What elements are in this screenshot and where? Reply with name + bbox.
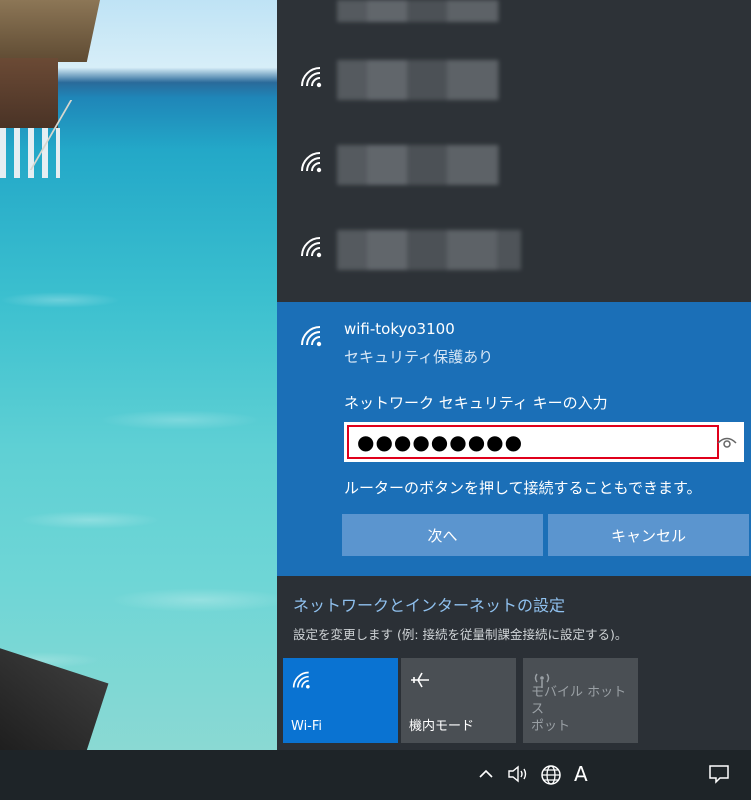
network-ssid: wifi-tokyo3100 (344, 320, 455, 338)
wifi-signal-icon (299, 235, 325, 259)
notification-icon[interactable] (708, 764, 730, 786)
network-list (277, 0, 751, 302)
network-name-hidden (337, 230, 521, 270)
network-name-hidden (337, 60, 499, 100)
network-item[interactable] (277, 45, 751, 125)
eye-icon[interactable] (716, 432, 738, 452)
network-globe-icon[interactable] (540, 764, 564, 786)
wifi-toggle-tile[interactable]: Wi-Fi (283, 658, 398, 743)
security-key-input[interactable]: ●●●●●●●●● (347, 425, 719, 459)
tile-label: Wi-Fi (291, 719, 323, 734)
chevron-up-icon[interactable] (478, 764, 494, 786)
next-button[interactable]: 次へ (342, 514, 543, 556)
security-key-field: ●●●●●●●●● (344, 422, 744, 462)
wifi-signal-icon (299, 150, 325, 174)
security-key-label: ネットワーク セキュリティ キーの入力 (344, 394, 608, 412)
network-name-hidden (337, 0, 499, 22)
tile-label: 機内モード (409, 719, 475, 734)
airplane-mode-tile[interactable]: 機内モード (401, 658, 516, 743)
ime-indicator[interactable]: A (574, 762, 588, 786)
network-item[interactable] (277, 130, 751, 210)
selected-network-panel: wifi-tokyo3100 セキュリティ保護あり ネットワーク セキュリティ … (277, 302, 751, 576)
tile-label: モバイル ホットス ポット (531, 685, 627, 734)
taskbar: A (0, 750, 751, 800)
network-security-status: セキュリティ保護あり (344, 348, 494, 366)
network-settings-description: 設定を変更します (例: 接続を従量制課金接続に設定する)。 (293, 627, 628, 642)
wifi-icon (291, 670, 313, 690)
network-item[interactable] (277, 215, 751, 295)
airplane-icon (409, 670, 431, 690)
mobile-hotspot-tile[interactable]: モバイル ホットス ポット (523, 658, 638, 743)
cancel-button[interactable]: キャンセル (548, 514, 749, 556)
wifi-signal-icon (299, 324, 325, 348)
hut-image (0, 0, 100, 62)
wifi-signal-icon (299, 65, 325, 89)
router-button-hint: ルーターのボタンを押して接続することもできます。 (344, 479, 702, 497)
desktop-wallpaper (0, 0, 277, 750)
network-settings-link[interactable]: ネットワークとインターネットの設定 (293, 592, 565, 616)
network-flyout: wifi-tokyo3100 セキュリティ保護あり ネットワーク セキュリティ … (277, 0, 751, 750)
volume-icon[interactable] (507, 764, 531, 786)
network-name-hidden (337, 145, 499, 185)
